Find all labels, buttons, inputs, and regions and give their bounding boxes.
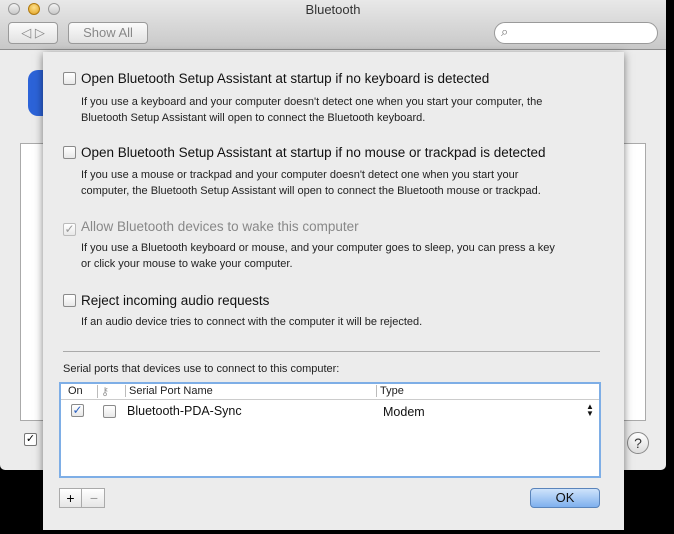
title-bar: Bluetooth ◁ ▷ Show All ⌕ bbox=[0, 0, 666, 50]
divider bbox=[63, 351, 600, 352]
option-label: Reject incoming audio requests bbox=[81, 293, 270, 308]
mouse-setup-option[interactable]: Open Bluetooth Setup Assistant at startu… bbox=[63, 144, 546, 162]
table-row[interactable]: ✓ Bluetooth-PDA-Sync Modem ▲ ▼ bbox=[61, 402, 599, 422]
port-name: Bluetooth-PDA-Sync bbox=[127, 404, 242, 418]
table-header: On ⚷ Serial Port Name Type bbox=[61, 384, 599, 400]
keyboard-setup-option[interactable]: Open Bluetooth Setup Assistant at startu… bbox=[63, 70, 489, 88]
port-type-select[interactable]: Modem bbox=[383, 405, 425, 419]
stepper-arrows-icon[interactable]: ▲ ▼ bbox=[586, 403, 594, 418]
ok-button[interactable]: OK bbox=[530, 488, 600, 508]
option-label: Open Bluetooth Setup Assistant at startu… bbox=[81, 145, 546, 160]
option-description: If you use a keyboard and your computer … bbox=[81, 96, 543, 124]
serial-ports-table[interactable]: On ⚷ Serial Port Name Type ✓ Bluetooth-P… bbox=[59, 382, 601, 478]
window-title: Bluetooth bbox=[305, 2, 361, 17]
option-description: If you use a Bluetooth keyboard or mouse… bbox=[81, 242, 555, 270]
show-all-button[interactable]: Show All bbox=[68, 22, 148, 44]
serial-ports-caption: Serial ports that devices use to connect… bbox=[63, 363, 340, 375]
option-description: If you use a mouse or trackpad and your … bbox=[81, 169, 541, 197]
option-label: Open Bluetooth Setup Assistant at startu… bbox=[81, 71, 490, 86]
remove-button[interactable]: − bbox=[83, 489, 105, 507]
add-remove-buttons: + − bbox=[59, 488, 105, 508]
column-on[interactable]: On bbox=[65, 385, 83, 397]
wake-computer-option[interactable]: ✓ Allow Bluetooth devices to wake this co… bbox=[63, 218, 359, 236]
checkbox[interactable] bbox=[63, 72, 76, 85]
advanced-settings-sheet: Open Bluetooth Setup Assistant at startu… bbox=[43, 52, 624, 530]
option-label: Allow Bluetooth devices to wake this com… bbox=[81, 219, 359, 234]
secure-checkbox[interactable] bbox=[103, 405, 116, 418]
search-input[interactable]: ⌕ bbox=[494, 22, 658, 44]
add-button[interactable]: + bbox=[60, 489, 82, 507]
back-icon[interactable]: ◁ bbox=[21, 25, 31, 40]
show-bluetooth-menu-checkbox[interactable]: ✓ bbox=[24, 433, 37, 446]
search-icon: ⌕ bbox=[501, 24, 509, 39]
on-checkbox[interactable]: ✓ bbox=[71, 404, 84, 417]
forward-icon[interactable]: ▷ bbox=[35, 25, 45, 40]
checkbox[interactable] bbox=[63, 294, 76, 307]
column-type[interactable]: Type bbox=[376, 385, 404, 397]
checkbox[interactable] bbox=[63, 146, 76, 159]
column-serial-port-name[interactable]: Serial Port Name bbox=[125, 385, 213, 397]
reject-audio-option[interactable]: Reject incoming audio requests bbox=[63, 292, 269, 310]
checkbox[interactable]: ✓ bbox=[63, 223, 76, 236]
back-forward-buttons[interactable]: ◁ ▷ bbox=[8, 22, 58, 44]
help-button[interactable]: ? bbox=[627, 432, 649, 454]
key-icon[interactable]: ⚷ bbox=[97, 385, 125, 398]
option-description: If an audio device tries to connect with… bbox=[81, 316, 423, 328]
